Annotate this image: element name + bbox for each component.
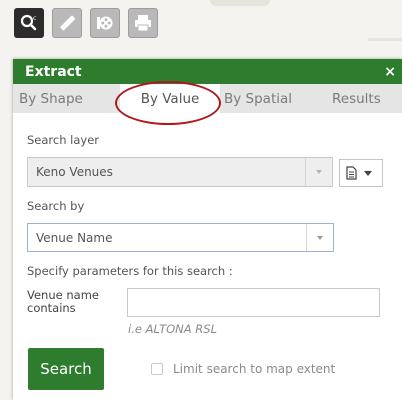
venue-name-hint: i.e ALTONA RSL <box>128 322 217 336</box>
printer-icon <box>135 15 151 32</box>
map-road <box>368 38 402 41</box>
close-icon[interactable]: × <box>384 64 396 80</box>
search-tool-button[interactable]: c <box>14 8 44 38</box>
venue-name-label: Venue name contains <box>27 288 99 315</box>
tab-by-spatial[interactable]: By Spatial <box>220 84 310 113</box>
panel-title: Extract <box>25 63 82 80</box>
chevron-down-icon[interactable] <box>306 224 333 251</box>
tab-by-shape[interactable]: By Shape <box>13 84 120 113</box>
print-tool-button[interactable] <box>128 8 158 38</box>
layers-tool-button[interactable] <box>90 8 120 38</box>
search-layer-value: Keno Venues <box>36 165 113 179</box>
tab-bar: By Shape By Value By Spatial Results <box>13 81 402 125</box>
search-by-label: Search by <box>27 199 85 213</box>
measure-tool-button[interactable] <box>52 8 82 38</box>
magnifier-icon: c <box>20 14 36 31</box>
limit-extent-checkbox[interactable] <box>151 363 163 375</box>
params-label: Specify parameters for this search : <box>27 264 233 278</box>
search-layer-label: Search layer <box>27 133 100 147</box>
document-icon <box>346 166 357 180</box>
film-reel-icon <box>97 16 113 30</box>
venue-name-input[interactable] <box>127 288 380 317</box>
chevron-down-icon[interactable] <box>305 158 332 186</box>
tab-by-value[interactable]: By Value <box>120 84 220 113</box>
search-by-value: Venue Name <box>36 230 113 245</box>
panel-header: Extract × <box>13 59 402 84</box>
search-by-select[interactable]: Venue Name <box>27 223 334 252</box>
ruler-icon <box>60 15 76 31</box>
map-road <box>210 0 270 6</box>
layer-options-button[interactable] <box>339 159 383 187</box>
search-button[interactable]: Search <box>28 348 104 390</box>
tab-results[interactable]: Results <box>310 84 402 113</box>
limit-extent-label: Limit search to map extent <box>173 362 336 376</box>
chevron-down-icon <box>364 170 372 176</box>
map-toolbar: c <box>14 8 158 38</box>
search-layer-select[interactable]: Keno Venues <box>27 157 333 187</box>
svg-text:c: c <box>33 15 36 22</box>
